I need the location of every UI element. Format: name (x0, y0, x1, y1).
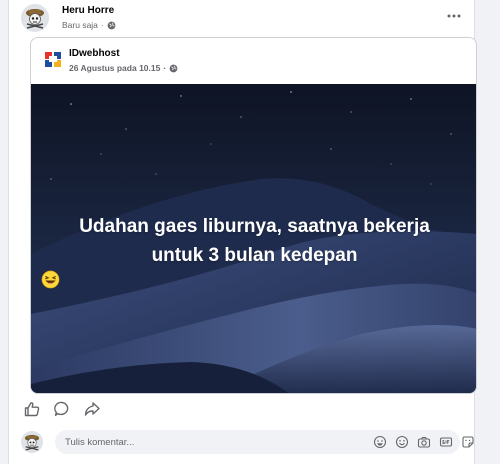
post-time[interactable]: Baru saja (62, 20, 98, 30)
share-icon[interactable] (83, 400, 101, 418)
camera-icon[interactable] (417, 435, 431, 449)
globe-icon[interactable] (107, 21, 116, 30)
post-background-image: Udahan gaes liburnya, saatnya bekerja un… (31, 84, 476, 393)
meta-separator: · (100, 20, 104, 30)
comment-input[interactable] (65, 430, 355, 454)
shared-meta: 26 Agustus pada 10.15 · (69, 63, 178, 73)
post-text: Udahan gaes liburnya, saatnya bekerja un… (41, 212, 468, 289)
sticker-icon[interactable] (373, 435, 387, 449)
shared-meta-separator: · (163, 63, 167, 73)
shared-post[interactable]: IDwebhost 26 Agustus pada 10.15 · Udahan… (30, 37, 477, 394)
gif-icon[interactable] (439, 435, 453, 449)
post-text-line-2: untuk 3 bulan kedepan (41, 241, 468, 289)
sticker-pack-icon[interactable] (461, 435, 475, 449)
comment-box (55, 430, 474, 454)
more-options-icon[interactable] (444, 6, 464, 26)
laughing-emoji-icon (41, 270, 60, 289)
idwebhost-logo[interactable] (43, 49, 63, 69)
post-card: Heru Horre Baru saja · IDwebhost 26 Agus… (8, 0, 477, 464)
author-avatar[interactable] (21, 4, 49, 32)
globe-icon[interactable] (169, 64, 178, 73)
page-scrollbar[interactable] (483, 0, 500, 464)
post-meta: Baru saja · (62, 20, 116, 30)
author-name[interactable]: Heru Horre (62, 5, 114, 16)
post-text-line-1: Udahan gaes liburnya, saatnya bekerja (79, 216, 430, 237)
commenter-avatar[interactable] (21, 431, 43, 453)
comment-icon[interactable] (53, 400, 71, 418)
shared-time[interactable]: 26 Agustus pada 10.15 (69, 63, 160, 73)
comment-row (21, 428, 474, 456)
post-actions (23, 400, 101, 418)
like-icon[interactable] (23, 400, 41, 418)
post-text-line-2-text: untuk 3 bulan kedepan (151, 245, 358, 266)
emoji-icon[interactable] (395, 435, 409, 449)
shared-author-name[interactable]: IDwebhost (69, 48, 120, 59)
